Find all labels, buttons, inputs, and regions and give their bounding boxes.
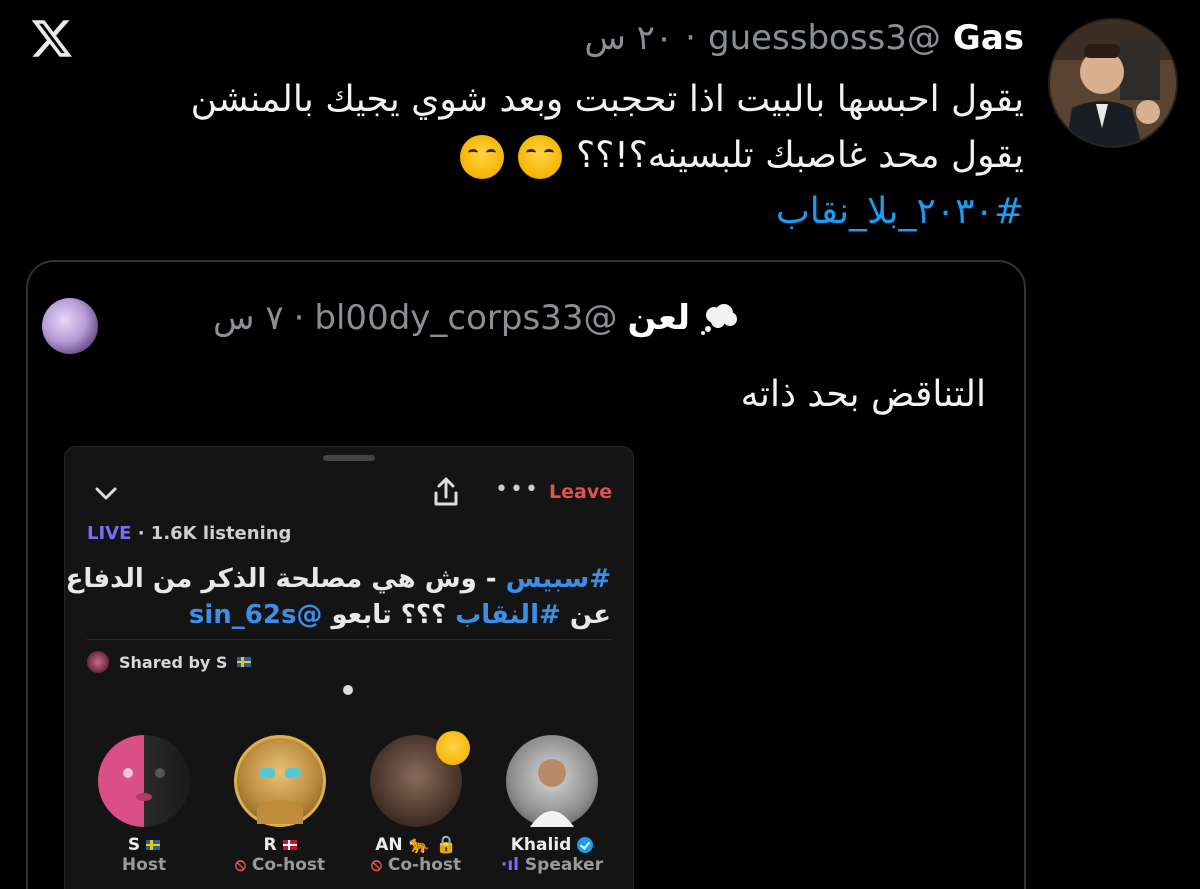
tweet-hashtag[interactable]: #٢٠٣٠_بلا_نقاب	[191, 184, 1024, 240]
space-title-line-1: #سبيس - وش هي مصلحة الذكر من الدفاع	[66, 561, 611, 597]
lock-icon: 🔒	[435, 835, 457, 855]
quote-author-name[interactable]: لعن	[627, 298, 690, 338]
embedded-space-screenshot[interactable]: ••• Leave LIVE · 1.6K listening #سبيس - …	[64, 446, 634, 889]
space-title-mid-2: ؟؟؟ تابعو	[322, 600, 456, 630]
participant-cohost-r: R ⦸ Co-host	[225, 735, 335, 875]
quote-header-separator: ·	[293, 298, 305, 338]
space-divider	[87, 639, 611, 640]
participant-role: ·ıl Speaker	[500, 855, 604, 875]
space-title: #سبيس - وش هي مصلحة الذكر من الدفاع عن #…	[66, 561, 611, 633]
chevron-down-icon	[95, 487, 117, 500]
participant-avatar	[506, 735, 598, 827]
tweet-page: Gas @guessboss3 · ٢٠ س يقول احبسها بالبي…	[0, 0, 1200, 889]
participant-speaker: Khalid ·ıl Speaker	[497, 735, 607, 875]
quote-time[interactable]: ٧ س	[213, 298, 284, 338]
thought-bubble-icon	[700, 303, 740, 335]
participant-name: R	[225, 835, 335, 855]
space-hashtag-1: #سبيس	[505, 564, 611, 594]
shared-by-text: Shared by S	[119, 652, 228, 672]
sheet-grabber	[323, 455, 375, 461]
participant-name: Khalid	[497, 835, 607, 855]
mic-muted-icon: ⦸	[234, 855, 246, 875]
space-live-status: LIVE · 1.6K listening	[87, 523, 291, 544]
denmark-flag-icon	[282, 840, 297, 850]
listening-count: · 1.6K listening	[137, 523, 292, 544]
space-title-line-2: عن #النقاب ؟؟؟ تابعو @sin_62s	[66, 597, 611, 633]
participant-name: S	[89, 835, 199, 855]
space-mention: @sin_62s	[188, 600, 323, 630]
tweet-time[interactable]: ٢٠ س	[584, 18, 673, 58]
mic-muted-icon: ⦸	[370, 855, 382, 875]
laughing-emoji-icon	[436, 731, 470, 765]
participant-name: AN 🐆 🔒	[375, 835, 457, 855]
author-avatar[interactable]	[1048, 18, 1178, 148]
share-icon	[434, 477, 458, 506]
participant-avatar	[234, 735, 326, 827]
participant-role: ⦸ Co-host	[234, 855, 326, 875]
live-tag: LIVE	[87, 523, 132, 544]
more-icon: •••	[495, 477, 540, 502]
space-title-prefix-2: عن	[560, 600, 611, 630]
tweet-text-line-2-text: يقول محد غاصبك تلبسينه؟!؟؟	[576, 135, 1024, 176]
participant-host: S Host	[89, 735, 199, 875]
quote-author-handle[interactable]: @bl00dy_corps33	[314, 298, 617, 338]
sweden-flag-icon	[146, 840, 161, 850]
author-handle[interactable]: @guessboss3	[708, 18, 941, 58]
quote-tweet-card[interactable]: لعن @bl00dy_corps33 · ٧ س التناقض بحد ذا…	[26, 260, 1026, 889]
header-separator: ·	[685, 18, 696, 58]
speaking-icon: ·ıl	[500, 855, 519, 875]
participant-role: ⦸ Co-host	[370, 855, 462, 875]
participant-avatar	[370, 731, 470, 827]
leopard-icon: 🐆	[408, 835, 430, 855]
tweet-text-line-2: يقول محد غاصبك تلبسينه؟!؟؟	[191, 128, 1024, 184]
author-name[interactable]: Gas	[953, 18, 1024, 58]
quote-header: لعن @bl00dy_corps33 · ٧ س	[213, 298, 740, 338]
crying-face-icon	[518, 135, 562, 179]
participant-avatar	[98, 735, 190, 827]
x-logo-icon[interactable]	[30, 16, 74, 60]
space-leave-label: Leave	[549, 481, 613, 503]
verified-badge-icon	[577, 837, 594, 853]
shared-by-row: Shared by S	[87, 651, 252, 673]
participant-cohost-an: AN 🐆 🔒 ⦸ Co-host	[361, 731, 471, 875]
participant-role: Host	[121, 855, 167, 875]
avatar-photo	[1050, 20, 1176, 146]
pager-dot	[343, 685, 353, 695]
tweet-header: Gas @guessboss3 · ٢٠ س	[584, 18, 1024, 58]
quote-text: التناقض بحد ذاته	[740, 374, 986, 415]
sweden-flag-icon	[237, 657, 252, 667]
space-hashtag-2: #النقاب	[455, 600, 561, 630]
crying-face-icon	[460, 135, 504, 179]
space-title-text-1: - وش هي مصلحة الذكر من الدفاع	[65, 564, 506, 594]
tweet-text-line-1: يقول احبسها بالبيت اذا تحجبت وبعد شوي يج…	[190, 79, 1024, 120]
quote-author-avatar[interactable]	[42, 298, 98, 354]
sharer-avatar	[87, 651, 109, 673]
tweet-body: يقول احبسها بالبيت اذا تحجبت وبعد شوي يج…	[191, 72, 1024, 240]
